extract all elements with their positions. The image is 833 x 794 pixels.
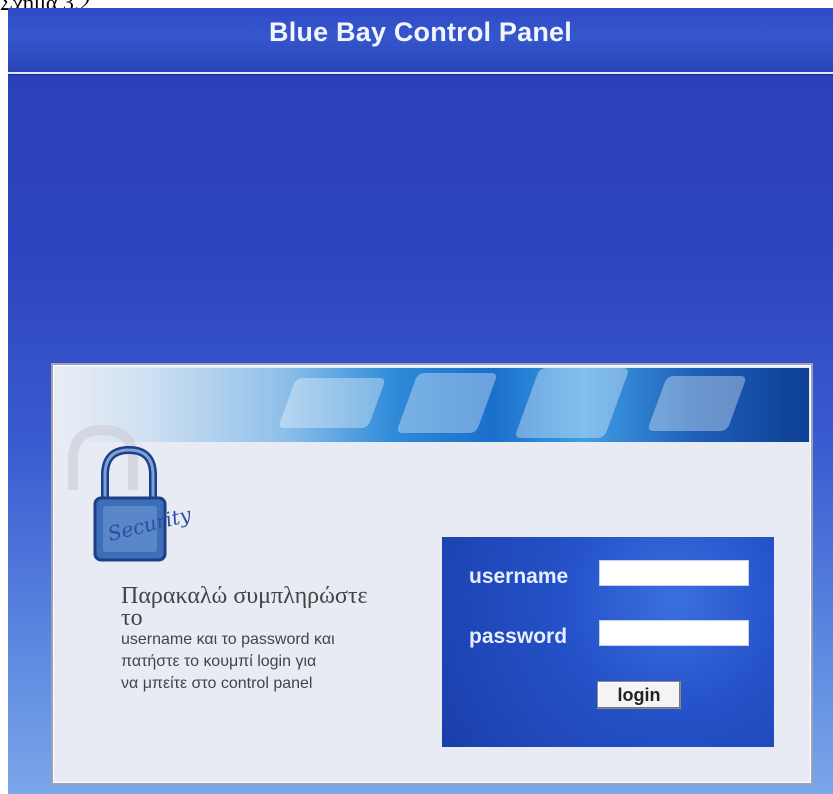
instructions-line-1: Παρακαλώ συμπληρώστε το xyxy=(121,583,368,631)
instructions-line-4: να μπείτε στο control panel xyxy=(121,675,313,692)
password-input[interactable] xyxy=(599,620,749,646)
instructions-text: Παρακαλώ συμπληρώστε το username και το … xyxy=(121,583,391,695)
login-panel: Security Παρακαλώ συμπληρώστε το usernam… xyxy=(51,363,813,785)
password-label: password xyxy=(469,625,568,648)
instructions-line-2: username και το password και xyxy=(121,631,335,648)
page-title: Blue Bay Control Panel xyxy=(269,17,572,47)
login-form: username password login xyxy=(442,537,774,747)
username-label: username xyxy=(469,565,569,588)
padlock-icon xyxy=(63,420,203,570)
instructions-line-3: πατήστε το κουμπί login για xyxy=(121,653,317,670)
login-button[interactable]: login xyxy=(597,681,681,709)
header-bar: Blue Bay Control Panel xyxy=(8,8,833,74)
username-input[interactable] xyxy=(599,560,749,586)
app-window: Blue Bay Control Panel Security Παρακαλώ… xyxy=(8,8,833,794)
